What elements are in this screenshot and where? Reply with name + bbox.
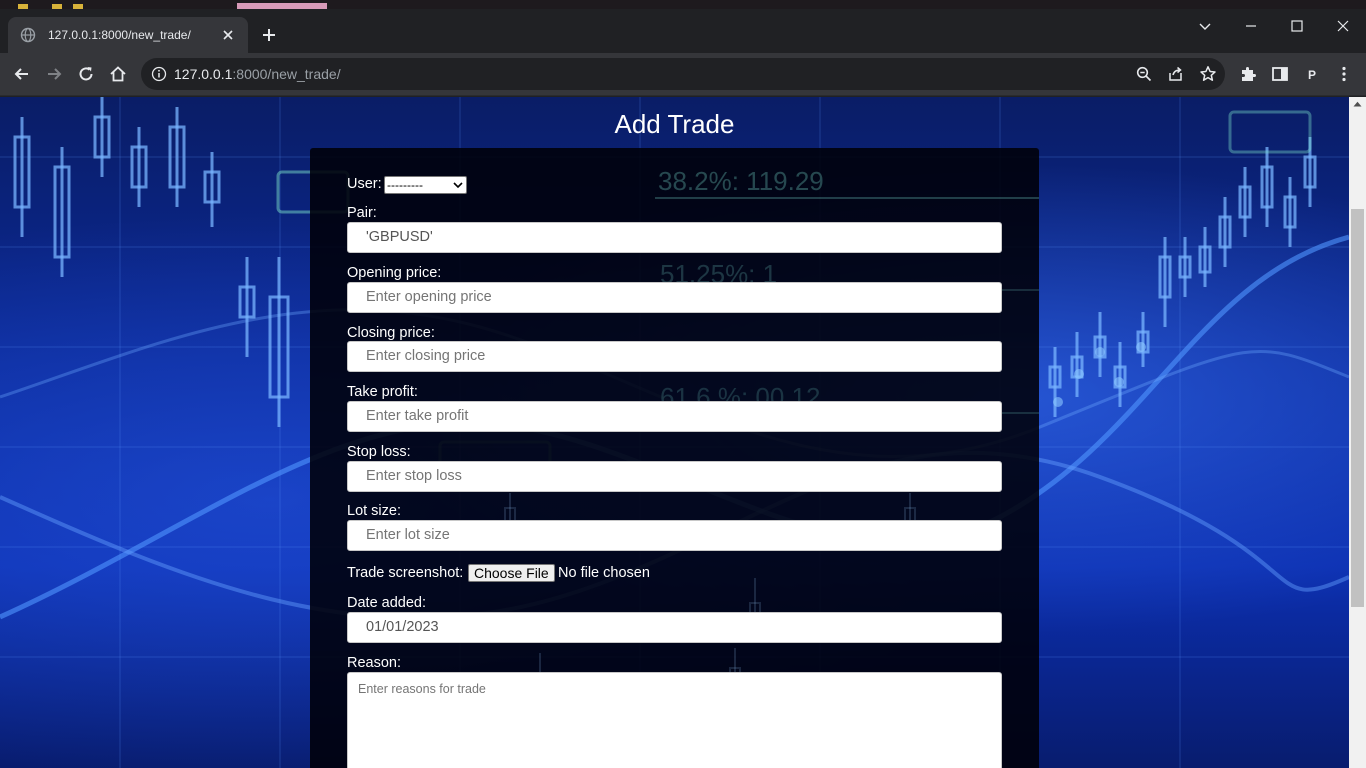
maximize-icon[interactable]	[1287, 16, 1307, 36]
stop-loss-input[interactable]: Enter stop loss	[347, 461, 1002, 492]
url-text[interactable]: 127.0.0.1:8000/new_trade/	[174, 66, 341, 82]
window-close-icon[interactable]	[1333, 16, 1353, 36]
pair-input[interactable]: 'GBPUSD'	[347, 222, 1002, 253]
taskbar-item	[237, 3, 327, 9]
scrollbar-thumb[interactable]	[1351, 209, 1364, 607]
take-profit-label: Take profit:	[347, 384, 418, 400]
url-path: :8000/new_trade/	[232, 66, 341, 82]
closing-price-input[interactable]: Enter closing price	[347, 341, 1002, 372]
address-bar[interactable]: 127.0.0.1:8000/new_trade/	[141, 58, 1225, 90]
reason-textarea[interactable]: Enter reasons for trade	[347, 672, 1002, 768]
file-status: No file chosen	[558, 565, 650, 581]
user-label: User:	[347, 176, 382, 192]
reason-label: Reason:	[347, 655, 402, 671]
extensions-icon[interactable]	[1238, 64, 1258, 84]
folder-icon	[18, 4, 28, 9]
folder-icon	[73, 4, 83, 9]
back-icon[interactable]	[12, 64, 32, 84]
share-icon[interactable]	[1167, 65, 1185, 83]
side-panel-icon[interactable]	[1270, 64, 1290, 84]
user-select-value: ---------	[387, 178, 423, 192]
add-trade-form: 38.2%: 119.29 51.25%: 1 61.6 %: 00.12 Us…	[310, 148, 1039, 768]
browser-toolbar: 127.0.0.1:8000/new_trade/	[0, 53, 1366, 96]
chevron-down-icon	[453, 182, 463, 189]
fib-level-label: 38.2%: 119.29	[658, 166, 824, 196]
opening-price-input[interactable]: Enter opening price	[347, 282, 1002, 313]
page-viewport: Add Trade 38.2%: 119.29 51.25%: 1 61.6 %…	[0, 97, 1349, 768]
date-added-label: Date added:	[347, 595, 427, 611]
zoom-icon[interactable]	[1135, 65, 1153, 83]
reload-icon[interactable]	[76, 64, 96, 84]
pair-label: Pair:	[347, 205, 377, 221]
plus-icon[interactable]	[260, 26, 278, 44]
browser-titlebar: 127.0.0.1:8000/new_trade/	[0, 0, 1366, 53]
taskbar-strip	[0, 0, 1366, 9]
page-scrollbar[interactable]	[1349, 97, 1366, 768]
lot-size-input[interactable]: Enter lot size	[347, 520, 1002, 551]
date-added-input[interactable]: 01/01/2023	[347, 612, 1002, 643]
profile-avatar[interactable]: P	[1303, 66, 1321, 84]
chevron-down-icon[interactable]	[1195, 16, 1215, 36]
browser-tab[interactable]: 127.0.0.1:8000/new_trade/	[8, 17, 248, 53]
forward-icon[interactable]	[44, 64, 64, 84]
star-icon[interactable]	[1199, 65, 1217, 83]
url-host: 127.0.0.1	[174, 66, 233, 82]
closing-price-label: Closing price:	[347, 325, 435, 341]
stop-loss-label: Stop loss:	[347, 444, 411, 460]
scroll-up-icon[interactable]	[1353, 101, 1362, 107]
trade-screenshot-label: Trade screenshot:	[347, 565, 464, 581]
page-title: Add Trade	[614, 109, 735, 139]
lot-size-label: Lot size:	[347, 503, 401, 519]
folder-icon	[52, 4, 62, 9]
tab-title: 127.0.0.1:8000/new_trade/	[48, 28, 191, 42]
globe-icon	[20, 27, 36, 43]
info-icon[interactable]	[151, 66, 167, 82]
opening-price-label: Opening price:	[347, 265, 442, 281]
user-select[interactable]: ---------	[384, 176, 467, 194]
close-icon[interactable]	[220, 27, 236, 43]
take-profit-input[interactable]: Enter take profit	[347, 401, 1002, 432]
menu-icon[interactable]	[1334, 64, 1354, 84]
home-icon[interactable]	[108, 64, 128, 84]
choose-file-button[interactable]: Choose File	[468, 564, 555, 582]
minimize-icon[interactable]	[1241, 16, 1261, 36]
